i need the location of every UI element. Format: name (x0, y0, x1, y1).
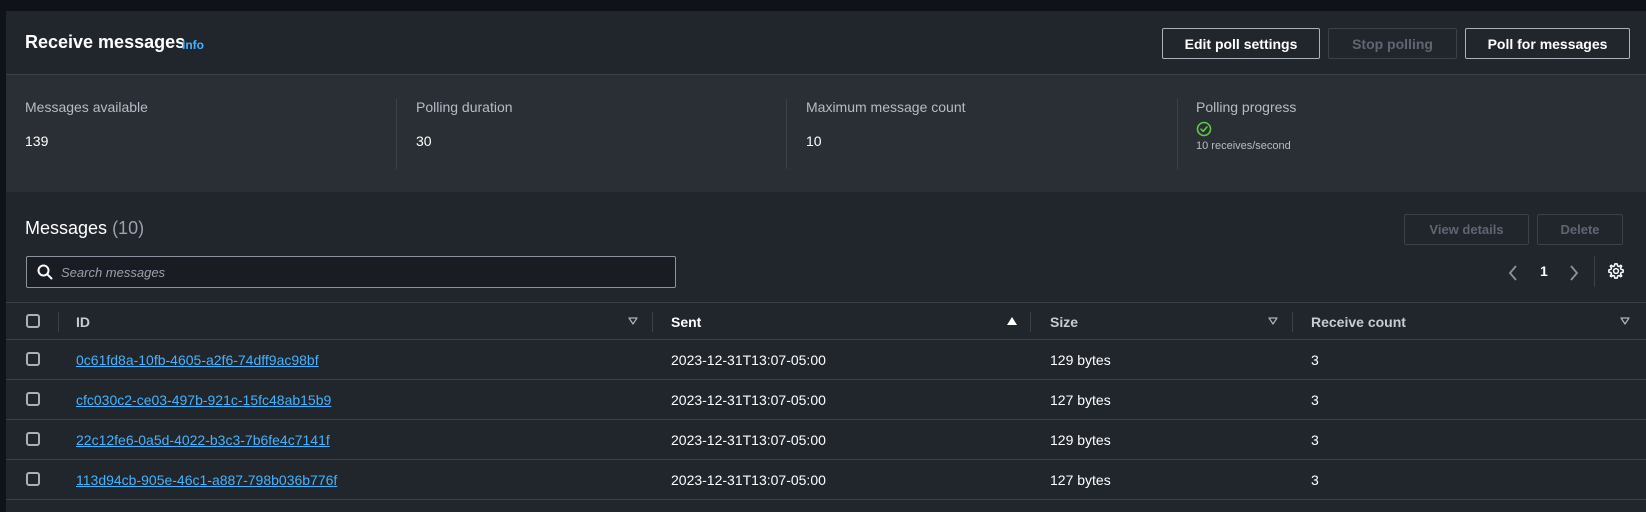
table-row[interactable]: cfc030c2-ce03-497b-921c-15fc48ab15b9 202… (6, 380, 1646, 420)
divider (786, 99, 787, 169)
stat-polling-duration: Polling duration 30 (416, 99, 513, 149)
search-icon (37, 264, 53, 280)
column-divider (58, 312, 59, 332)
divider (1594, 256, 1595, 287)
poll-for-messages-button[interactable]: Poll for messages (1465, 28, 1630, 59)
size-cell: 129 bytes (1050, 431, 1111, 448)
panel-header: Receive messages Info Edit poll settings… (6, 11, 1646, 75)
sort-down-icon[interactable] (628, 316, 638, 326)
stat-messages-available: Messages available 139 (25, 99, 148, 149)
chevron-left-icon[interactable] (1508, 265, 1518, 281)
search-box (26, 256, 676, 288)
row-checkbox[interactable] (26, 392, 40, 406)
column-divider (652, 312, 653, 332)
stat-max-message-count: Maximum message count 10 (806, 99, 966, 149)
view-details-button[interactable]: View details (1404, 214, 1529, 245)
divider (1177, 99, 1178, 169)
polling-progress-rate: 10 receives/second (1196, 140, 1291, 152)
sent-cell: 2023-12-31T13:07-05:00 (671, 471, 826, 488)
row-checkbox[interactable] (26, 432, 40, 446)
column-header-sent[interactable]: Sent (671, 303, 701, 340)
message-id-link[interactable]: 0c61fd8a-10fb-4605-a2f6-74dff9ac98bf (76, 352, 319, 368)
messages-title-label: Messages (25, 218, 108, 238)
message-id-link[interactable]: cfc030c2-ce03-497b-921c-15fc48ab15b9 (76, 392, 331, 408)
column-header-size[interactable]: Size (1050, 303, 1078, 340)
row-checkbox[interactable] (26, 352, 40, 366)
receive-messages-panel: Receive messages Info Edit poll settings… (6, 11, 1646, 512)
column-header-id[interactable]: ID (76, 303, 90, 340)
message-id-cell: 0c61fd8a-10fb-4605-a2f6-74dff9ac98bf (76, 340, 319, 379)
select-all-checkbox[interactable] (26, 314, 40, 328)
stat-label: Messages available (25, 99, 148, 115)
column-header-receive-count[interactable]: Receive count (1311, 303, 1406, 340)
edit-poll-settings-button[interactable]: Edit poll settings (1162, 28, 1320, 59)
receive-count-cell: 3 (1311, 471, 1319, 488)
message-id-cell: cfc030c2-ce03-497b-921c-15fc48ab15b9 (76, 380, 331, 419)
message-id-link[interactable]: 22c12fe6-0a5d-4022-b3c3-7b6fe4c7141f (76, 432, 330, 448)
info-link[interactable]: Info (182, 38, 204, 52)
receive-count-cell: 3 (1311, 431, 1319, 448)
stat-value: 139 (25, 133, 49, 149)
table-row[interactable]: 0c61fd8a-10fb-4605-a2f6-74dff9ac98bf 202… (6, 340, 1646, 380)
table-row[interactable]: 113d94cb-905e-46c1-a887-798b036b776f 202… (6, 460, 1646, 500)
receive-count-cell: 3 (1311, 351, 1319, 368)
page-title: Receive messages (25, 32, 186, 52)
stop-polling-button[interactable]: Stop polling (1328, 28, 1457, 59)
column-divider (1292, 312, 1293, 332)
sort-down-icon[interactable] (1620, 316, 1630, 326)
size-cell: 129 bytes (1050, 351, 1111, 368)
stat-polling-progress: Polling progress 10 receives/second (1196, 99, 1296, 152)
size-cell: 127 bytes (1050, 391, 1111, 408)
page-number[interactable]: 1 (1540, 263, 1548, 279)
messages-title: Messages (10) (25, 218, 144, 239)
message-id-cell: 113d94cb-905e-46c1-a887-798b036b776f (76, 460, 337, 499)
size-cell: 127 bytes (1050, 471, 1111, 488)
sent-cell: 2023-12-31T13:07-05:00 (671, 391, 826, 408)
success-check-icon (1196, 121, 1212, 137)
sent-cell: 2023-12-31T13:07-05:00 (671, 351, 826, 368)
messages-count: (10) (112, 218, 145, 238)
sent-cell: 2023-12-31T13:07-05:00 (671, 431, 826, 448)
stat-label: Maximum message count (806, 99, 966, 115)
message-id-link[interactable]: 113d94cb-905e-46c1-a887-798b036b776f (76, 472, 337, 488)
stat-value: 30 (416, 133, 432, 149)
table-row[interactable]: 22c12fe6-0a5d-4022-b3c3-7b6fe4c7141f 202… (6, 420, 1646, 460)
divider (396, 99, 397, 169)
stat-label: Polling progress (1196, 99, 1297, 115)
delete-button[interactable]: Delete (1537, 214, 1623, 245)
receive-count-cell: 3 (1311, 391, 1319, 408)
column-divider (1030, 312, 1031, 332)
messages-table: ID Sent Size Receive count 0c61fd8a-10fb… (6, 302, 1646, 500)
message-id-cell: 22c12fe6-0a5d-4022-b3c3-7b6fe4c7141f (76, 420, 330, 459)
table-header: ID Sent Size Receive count (6, 302, 1646, 340)
sort-down-icon[interactable] (1268, 316, 1278, 326)
stat-label: Polling duration (416, 99, 513, 115)
search-input[interactable] (53, 257, 675, 287)
stat-value: 10 (806, 133, 822, 149)
row-checkbox[interactable] (26, 472, 40, 486)
gear-icon[interactable] (1607, 262, 1625, 280)
polling-stats: Messages available 139 Polling duration … (6, 75, 1646, 192)
sort-up-icon[interactable] (1006, 316, 1018, 326)
chevron-right-icon[interactable] (1569, 265, 1579, 281)
